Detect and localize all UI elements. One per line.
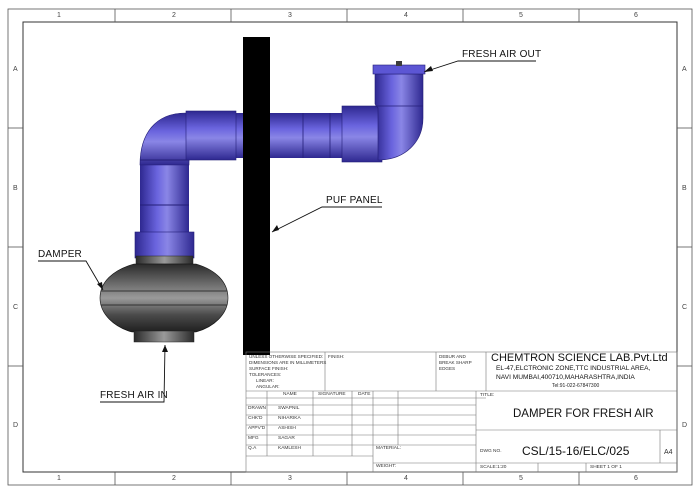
drawing-sheet: 1 2 3 4 5 6 1 2 3 4 5 6 A B C D A B C D … xyxy=(0,0,700,495)
top-zone-6: 6 xyxy=(634,12,638,19)
damper-top-collar xyxy=(135,255,194,265)
role-checked: CHK'D xyxy=(248,416,263,421)
name-qa: KAMLESH xyxy=(278,446,301,451)
tolerance-note-4: TOLERANCES: xyxy=(249,372,282,377)
leader-puf-panel xyxy=(271,206,382,233)
header-name: NAME xyxy=(283,392,297,397)
tolerance-note-1: UNLESS OTHERWISE SPECIFIED: xyxy=(249,354,324,359)
name-drawn: SWAPNIL xyxy=(278,406,300,411)
bottom-zone-1: 1 xyxy=(57,475,61,482)
tolerance-note-3: SURFACE FINISH: xyxy=(249,366,289,371)
role-drawn: DRAWN xyxy=(248,406,266,411)
left-zone-c: C xyxy=(13,304,19,311)
damper-body xyxy=(99,263,229,333)
top-zone-2: 2 xyxy=(172,12,176,19)
callout-fresh-air-out: FRESH AIR OUT xyxy=(462,49,542,60)
name-checked: NIHARIKA xyxy=(278,416,301,421)
deburr-note-2: BREAK SHARP xyxy=(439,360,472,365)
bottom-zone-5: 5 xyxy=(519,475,523,482)
finish-label: FINISH: xyxy=(328,354,345,359)
left-zone-b: B xyxy=(13,185,18,192)
duct-coupling-right xyxy=(341,105,383,163)
bottom-zone-6: 6 xyxy=(634,475,638,482)
right-elbow xyxy=(374,73,424,161)
inner-border xyxy=(22,21,678,473)
drawing-number: CSL/15-16/ELC/025 xyxy=(522,444,630,458)
weight-label: WEIGHT: xyxy=(376,464,396,469)
bottom-zone-4: 4 xyxy=(404,475,408,482)
role-approved: APPV'D xyxy=(248,426,266,431)
role-qa: Q.A xyxy=(248,446,257,451)
bottom-zone-3: 3 xyxy=(288,475,292,482)
duct-reducer xyxy=(134,231,195,259)
right-zone-d: D xyxy=(682,422,688,429)
top-zone-5: 5 xyxy=(519,12,523,19)
right-zone-b: B xyxy=(682,185,687,192)
name-approved: ASHISH xyxy=(278,426,296,431)
company-address-2: NAVI MUMBAI,400710,MAHARASHTRA,INDIA xyxy=(496,374,635,381)
dwg-no-label: DWG NO. xyxy=(480,449,502,454)
leader-fresh-air-out xyxy=(423,60,536,73)
tolerance-note-6: ANGULAR: xyxy=(256,384,280,389)
vertical-duct xyxy=(140,160,189,234)
left-zone-a: A xyxy=(13,66,18,73)
puf-panel xyxy=(243,37,270,355)
name-mfg: SAGAR xyxy=(278,436,295,441)
tolerance-note-2: DIMENSIONS ARE IN MILLIMETERS xyxy=(249,360,327,365)
damper-bottom-collar xyxy=(133,330,195,343)
scale: SCALE:1:20 xyxy=(480,465,507,470)
role-mfg: MFG xyxy=(248,436,259,441)
company-address-1: EL-47,ELCTRONIC ZONE,TTC INDUSTRIAL AREA… xyxy=(496,365,651,372)
top-zone-4: 4 xyxy=(404,12,408,19)
bottom-zone-2: 2 xyxy=(172,475,176,482)
outlet-cap xyxy=(372,64,426,75)
callout-fresh-air-in: FRESH AIR IN xyxy=(100,390,168,401)
outlet-stem xyxy=(396,61,402,66)
leader-damper xyxy=(38,260,104,291)
drawing-title: DAMPER FOR FRESH AIR xyxy=(513,408,654,420)
top-zone-1: 1 xyxy=(57,12,61,19)
header-signature: SIGNATURE xyxy=(318,392,346,397)
tolerance-note-5: LINEAR: xyxy=(256,378,274,383)
header-date: DATE xyxy=(358,392,371,397)
callout-puf-panel: PUF PANEL xyxy=(326,195,383,206)
left-elbow xyxy=(139,112,191,166)
deburr-note-3: EDGES xyxy=(439,366,456,371)
top-zone-3: 3 xyxy=(288,12,292,19)
right-zone-a: A xyxy=(682,66,687,73)
company-tel: Tel:91-022-67847300 xyxy=(552,383,600,389)
company-name: CHEMTRON SCIENCE LAB.Pvt.Ltd xyxy=(491,352,668,364)
deburr-note-1: DEBUR AND xyxy=(439,354,466,359)
sheet-number: SHEET 1 OF 1 xyxy=(590,465,622,470)
title-label: TITLE: xyxy=(480,393,495,398)
duct-coupling-left xyxy=(185,110,237,161)
right-zone-c: C xyxy=(682,304,688,311)
material-label: MATERIAL: xyxy=(376,446,401,451)
drawing-canvas xyxy=(7,8,693,486)
callout-damper: DAMPER xyxy=(38,249,82,260)
left-zone-d: D xyxy=(13,422,19,429)
sheet-size: A4 xyxy=(664,449,673,456)
